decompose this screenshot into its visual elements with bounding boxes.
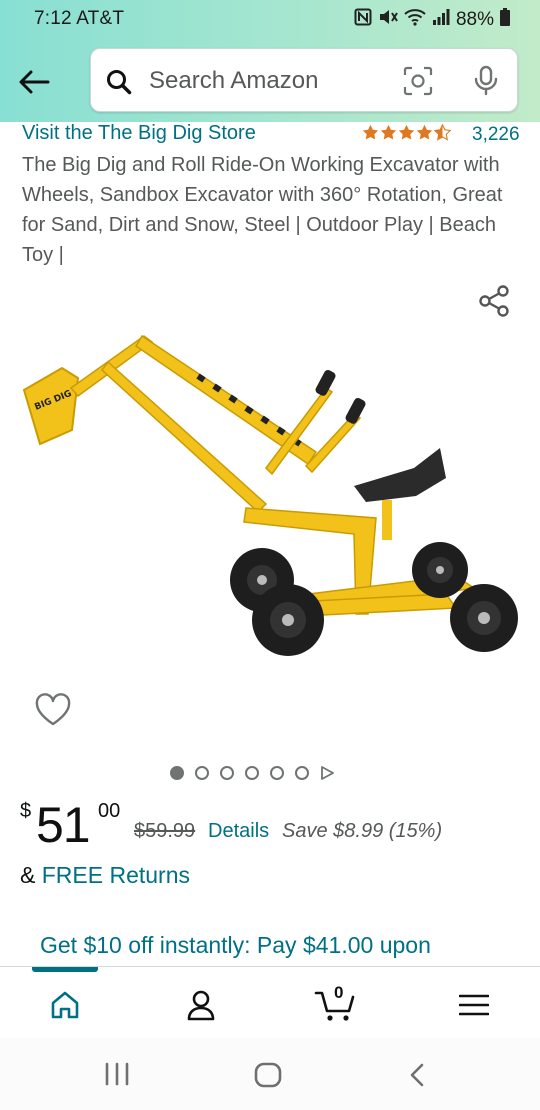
price-currency: $ (20, 800, 32, 822)
microphone-icon[interactable] (473, 65, 499, 102)
home-system-button[interactable] (254, 1062, 282, 1093)
cart-count: 0 (334, 983, 344, 1002)
nav-account[interactable] (179, 985, 223, 1025)
store-link[interactable]: Visit the The Big Dig Store (22, 122, 256, 145)
home-icon (51, 991, 79, 1019)
star-icon (380, 124, 397, 140)
recents-button[interactable] (104, 1062, 130, 1091)
product-page: 7:12 AT&T 88% Search Amazon Visit the Th… (0, 0, 540, 1110)
bottom-nav: 0 (0, 966, 540, 1038)
wifi-icon (404, 8, 426, 32)
menu-icon (459, 994, 489, 1016)
wheel (412, 542, 468, 598)
back-arrow-icon (19, 70, 50, 94)
battery-icon (500, 8, 510, 32)
nav-active-indicator (32, 967, 98, 972)
chevron-left-icon (410, 1063, 424, 1087)
excavator-toy-image: BIG DIG (22, 334, 518, 656)
price-whole: 51 (36, 797, 91, 853)
returns-prefix: & (20, 862, 36, 888)
carousel-dot[interactable] (270, 766, 284, 780)
video-play-icon[interactable] (320, 766, 334, 780)
carousel-dot[interactable] (220, 766, 234, 780)
person-icon (187, 990, 215, 1021)
wheel (450, 584, 518, 652)
rating-count[interactable]: 3,226 (472, 124, 520, 146)
camera-scan-icon[interactable] (403, 66, 433, 101)
rating-stars[interactable] (362, 124, 451, 141)
recents-icon (105, 1062, 129, 1086)
nav-menu[interactable] (452, 985, 496, 1025)
star-icon (362, 124, 379, 140)
price-fraction: 00 (98, 800, 121, 822)
system-back-button[interactable] (408, 1062, 426, 1093)
search-icon (105, 68, 133, 101)
battery-percent: 88% (455, 9, 494, 30)
product-title: The Big Dig and Roll Ride-On Working Exc… (22, 154, 503, 266)
free-returns-link[interactable]: FREE Returns (42, 862, 190, 888)
list-price: $59.99 (134, 820, 196, 842)
top-header: 7:12 AT&T 88% Search Amazon (0, 0, 540, 122)
wheel (252, 584, 324, 656)
system-nav-bar (0, 1038, 540, 1110)
price-details-link[interactable]: Details (208, 820, 269, 843)
back-button[interactable] (14, 62, 54, 102)
store-rating-row: Visit the The Big Dig Store 3,226 (22, 120, 522, 146)
status-icons: 88% (354, 8, 510, 32)
star-icon (398, 124, 415, 140)
home-button-icon (254, 1062, 282, 1088)
savings-text: Save $8.99 (15%) (282, 820, 443, 842)
image-carousel-dots[interactable] (170, 766, 334, 780)
carousel-dot[interactable] (170, 766, 184, 780)
carousel-dot[interactable] (245, 766, 259, 780)
status-time: 7:12 AT&T (34, 8, 125, 29)
promo-offer[interactable]: Get $10 off instantly: Pay $41.00 upon (40, 932, 431, 959)
nav-cart[interactable]: 0 (314, 983, 358, 1025)
star-icon (416, 124, 433, 140)
free-returns: & FREE Returns (20, 862, 190, 889)
nav-home[interactable] (43, 985, 87, 1025)
product-image[interactable]: BIG DIG (16, 318, 526, 668)
carousel-dot[interactable] (295, 766, 309, 780)
signal-icon (432, 8, 450, 32)
search-input[interactable]: Search Amazon (149, 67, 318, 95)
half-star-icon (434, 124, 451, 141)
search-bar[interactable]: Search Amazon (90, 48, 518, 112)
share-icon (479, 285, 509, 317)
status-bar: 7:12 AT&T 88% (0, 0, 540, 38)
mute-icon (378, 8, 398, 32)
nfc-icon (354, 8, 372, 32)
heart-icon (35, 693, 71, 726)
wishlist-button[interactable] (34, 693, 72, 732)
carousel-dot[interactable] (195, 766, 209, 780)
